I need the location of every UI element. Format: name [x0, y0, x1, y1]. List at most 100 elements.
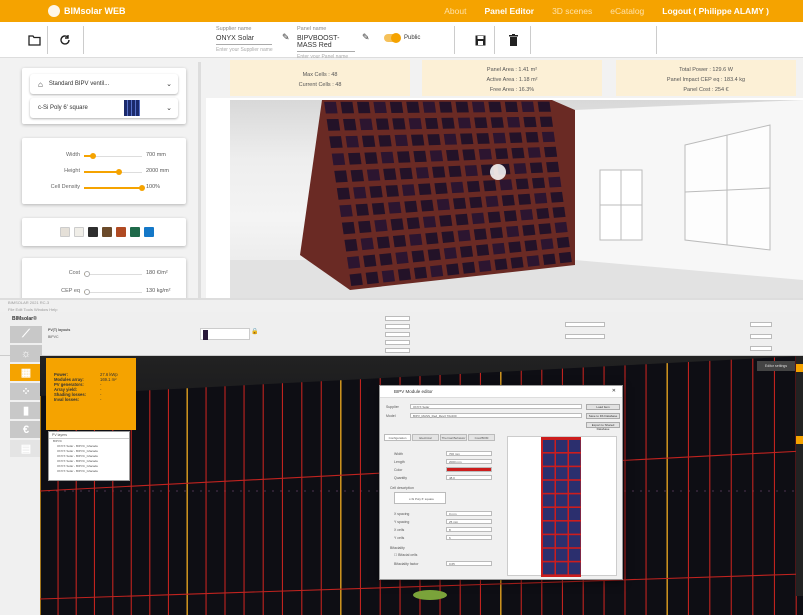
public-toggle[interactable]: [384, 33, 401, 43]
cell-description-select[interactable]: c-Si Poly 6' square: [394, 492, 446, 504]
close-icon[interactable]: ✕: [612, 388, 616, 394]
bifacial-checkbox[interactable]: ☐ Bifacial cells: [394, 553, 417, 557]
delete-icon[interactable]: [503, 30, 523, 50]
panel-label: Panel name: [297, 26, 327, 32]
nav-logout[interactable]: Logout ( Philippe ALAMY ): [662, 6, 769, 16]
refresh-icon[interactable]: [55, 30, 75, 50]
product-type-select[interactable]: ⌂ Standard BIPV ventil... ⌄: [30, 74, 178, 94]
color-swatch[interactable]: [116, 227, 126, 237]
param-field[interactable]: [750, 346, 772, 351]
dialog-tab[interactable]: Cost/BOM: [468, 434, 495, 441]
dialog-tab[interactable]: Thermal Behavior: [440, 434, 467, 441]
param-field[interactable]: [750, 322, 772, 327]
grid-icon[interactable]: ⁘: [10, 383, 42, 400]
save-icon[interactable]: [470, 30, 490, 50]
dialog-field-input[interactable]: [446, 467, 492, 472]
edit-panel-pencil-icon[interactable]: ✎: [362, 32, 370, 43]
width-slider[interactable]: Width 700 mm: [22, 150, 186, 162]
pv-cell: [385, 185, 399, 197]
width-knob[interactable]: [89, 153, 96, 159]
layouts-select[interactable]: BIPVC: [48, 335, 59, 339]
sun-position-handle[interactable]: [413, 590, 447, 600]
dialog-tab[interactable]: Electrical: [412, 434, 439, 441]
editor-toolbar: Supplier name ONYX Solar Enter your Supp…: [0, 22, 803, 60]
pv-info-value: -: [100, 397, 102, 402]
dlg-supplier-value: ONYX Solar: [413, 405, 430, 409]
pv-cell: [509, 132, 523, 144]
dialog-field-input[interactable]: 48.0: [446, 475, 492, 480]
color-swatch[interactable]: [102, 227, 112, 237]
dlg-model-input[interactable]: BIPV_MASS_Red_Rev3 70x200: [410, 413, 582, 418]
dialog-field-input[interactable]: 6: [446, 535, 492, 540]
dialog-field-input[interactable]: 2000 mm: [446, 459, 492, 464]
supplier-input[interactable]: ONYX Solar: [216, 33, 272, 45]
dialog-tab[interactable]: Configuration: [384, 434, 411, 441]
brand-logo[interactable]: BIMsolar WEB: [48, 5, 126, 17]
sidebar-scrollbar[interactable]: [198, 62, 201, 298]
color-swatch[interactable]: [88, 227, 98, 237]
panel-3d-viewport[interactable]: [230, 100, 803, 298]
load-item-button[interactable]: Load Item: [586, 404, 620, 410]
pv-cell: [464, 165, 478, 177]
dialog-field-input[interactable]: 8: [446, 527, 492, 532]
dialog-field-input[interactable]: 0.65: [446, 561, 492, 566]
bar-chart-icon[interactable]: ▮: [10, 402, 42, 419]
param-field[interactable]: [385, 324, 410, 329]
color-swatch[interactable]: [130, 227, 140, 237]
height-knob[interactable]: [115, 169, 122, 175]
nav-panel-editor[interactable]: Panel Editor: [484, 6, 534, 16]
dialog-field-input[interactable]: 0 mm: [446, 511, 492, 516]
pv-cell: [395, 251, 409, 264]
color-swatch[interactable]: [144, 227, 154, 237]
euro-icon[interactable]: €: [10, 421, 42, 438]
dlg-supplier-input[interactable]: ONYX Solar: [410, 404, 582, 409]
tool-tab[interactable]: [796, 436, 803, 444]
module-thumbnail[interactable]: [200, 328, 250, 340]
tool-tab[interactable]: [796, 364, 803, 372]
cep-knob[interactable]: [83, 289, 90, 295]
param-field[interactable]: [385, 316, 410, 321]
dialog-field-input[interactable]: 700 mm: [446, 451, 492, 456]
color-swatch[interactable]: [74, 227, 84, 237]
dialog-field-input[interactable]: 25 mm: [446, 519, 492, 524]
open-folder-icon[interactable]: [24, 30, 44, 50]
nav-3d-scenes[interactable]: 3D scenes: [552, 6, 592, 16]
supplier-field[interactable]: Supplier name ONYX Solar Enter your Supp…: [216, 26, 273, 53]
export-shared-button[interactable]: Export to Shared Database: [586, 422, 620, 431]
panel-icon[interactable]: ▦: [10, 364, 42, 381]
sun-icon[interactable]: ☼: [10, 345, 42, 362]
height-slider[interactable]: Height 2000 mm: [22, 166, 186, 178]
param-field[interactable]: [385, 340, 410, 345]
layer-item[interactable]: ONYX Solar - BIPVC_Gfacade: [49, 469, 129, 474]
cost-slider[interactable]: Cost 180 €/m²: [22, 268, 186, 280]
nav-ecatalog[interactable]: eCatalog: [610, 6, 644, 16]
cell-type-select[interactable]: c-Si Poly 6' square ⌄: [30, 98, 178, 118]
param-field[interactable]: [750, 334, 772, 339]
param-field[interactable]: [385, 332, 410, 337]
pv-cell: [492, 242, 506, 255]
panel-input[interactable]: BIPVBOOST-MASS Red: [297, 33, 355, 52]
edit-supplier-pencil-icon[interactable]: ✎: [282, 32, 290, 43]
pv-cell: [409, 233, 423, 246]
editor-settings-button[interactable]: Editor settings: [757, 361, 795, 371]
preview-cell: [543, 535, 555, 548]
sun-logo-icon: [48, 5, 60, 17]
cell-density-slider[interactable]: Cell Density 100%: [22, 182, 186, 194]
cell-description-label: Cell description: [390, 486, 414, 490]
lock-icon[interactable]: 🔒: [251, 328, 258, 335]
ruler-icon[interactable]: ⟋: [10, 326, 42, 343]
cell-density-knob[interactable]: [139, 185, 145, 191]
document-icon[interactable]: ▤: [10, 440, 42, 457]
panel-field[interactable]: Panel name BIPVBOOST-MASS Red Enter your…: [297, 26, 355, 60]
nav-about[interactable]: About: [444, 6, 466, 16]
param-field[interactable]: [565, 322, 605, 327]
save-db-button[interactable]: Save to Db Database: [586, 413, 620, 419]
preview-cell: [569, 508, 581, 520]
pv-cell: [394, 134, 409, 147]
pv-cell: [526, 255, 540, 267]
param-field[interactable]: [565, 334, 605, 339]
cost-knob[interactable]: [83, 271, 90, 277]
cep-slider[interactable]: CEP eq 130 kg/m²: [22, 286, 186, 298]
color-swatch[interactable]: [60, 227, 70, 237]
param-field[interactable]: [385, 348, 410, 353]
